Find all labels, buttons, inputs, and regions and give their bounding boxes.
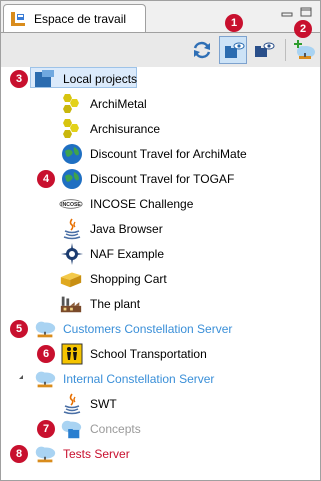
tree-node-label: Internal Constellation Server [63,372,215,386]
callout-badge: 6 [37,345,55,363]
tree-node-internal-server[interactable]: Internal Constellation Server [1,367,320,392]
tree-node-label: The plant [90,297,141,311]
tree-node-discount-travel-togaf[interactable]: 4 Discount Travel for TOGAF [1,167,320,192]
school-bus-icon [61,343,83,365]
hexagon-icon [63,119,79,138]
refresh-icon [193,41,211,59]
show-local-projects-icon [225,42,245,58]
collapse-arrow-icon[interactable] [19,375,23,379]
workspace-icon [11,12,25,26]
tree-node-label: INCOSE Challenge [90,197,194,211]
project-tree: 3 Local projects ArchiMetal Archisurance… [1,67,320,480]
tree-node-label: ArchiMetal [90,97,147,111]
toolbar [1,32,320,67]
tab-workspace[interactable]: Espace de travail [3,4,146,32]
callout-badge: 4 [37,170,55,188]
add-server-icon [294,40,315,59]
tree-node-archimetal[interactable]: ArchiMetal [1,92,320,117]
minimize-icon[interactable] [281,7,293,17]
workspace-panel: Espace de travail 1 2 3 Local projects A… [0,0,321,481]
tree-node-java-browser[interactable]: Java Browser [1,217,320,242]
cloud-folder-icon [61,420,82,439]
tree-node-label: Customers Constellation Server [63,322,233,336]
show-server-projects-button[interactable] [250,36,278,64]
tree-node-label: Discount Travel for TOGAF [90,172,235,186]
shopping-cart-icon [60,272,82,288]
globe-icon [62,169,82,189]
tree-node-the-plant[interactable]: The plant [1,292,320,317]
tree-node-shopping-cart[interactable]: Shopping Cart [1,267,320,292]
naf-star-icon [61,243,83,265]
refresh-button[interactable] [188,36,216,64]
java-icon [63,393,81,415]
tab-label: Espace de travail [34,12,127,26]
callout-badge: 7 [37,420,55,438]
tree-node-school-transportation[interactable]: 6 School Transportation [1,342,320,367]
show-server-projects-icon [255,42,275,57]
local-projects-icon [35,70,54,87]
tree-node-label: Tests Server [63,447,130,461]
hexagon-icon [63,94,79,113]
tab-strip: Espace de travail [1,1,320,32]
tree-node-swt[interactable]: SWT [1,392,320,417]
tree-node-label: Shopping Cart [90,272,167,286]
maximize-icon[interactable] [300,7,312,17]
callout-badge: 3 [10,70,28,88]
callout-badge: 5 [10,320,28,338]
tree-node-tests-server[interactable]: 8 Tests Server [1,442,320,467]
server-cloud-icon [35,446,56,463]
callout-badge: 8 [10,445,28,463]
tree-node-discount-travel-archimate[interactable]: Discount Travel for ArchiMate [1,142,320,167]
toolbar-separator [285,39,286,61]
tree-node-label: Local projects [63,72,138,86]
tree-node-incose-challenge[interactable]: INCOSE INCOSE Challenge [1,192,320,217]
tree-node-label: SWT [90,397,117,411]
tree-node-label: NAF Example [90,247,165,261]
tree-node-naf-example[interactable]: NAF Example [1,242,320,267]
tree-node-label: Concepts [90,422,141,436]
callout-badge: 1 [225,14,243,32]
add-server-button[interactable] [290,36,318,64]
tree-node-label: Archisurance [90,122,161,136]
java-icon [63,218,81,240]
tree-node-label: Java Browser [90,222,163,236]
tree-node-archisurance[interactable]: Archisurance [1,117,320,142]
incose-logo: INCOSE [59,199,83,209]
server-cloud-icon [35,371,56,388]
factory-icon [60,296,82,313]
svg-text:INCOSE: INCOSE [61,202,81,208]
show-local-projects-button[interactable] [219,36,247,64]
server-cloud-icon [35,321,56,338]
callout-badge: 2 [294,20,312,38]
tree-node-customers-server[interactable]: 5 Customers Constellation Server [1,317,320,342]
globe-icon [62,144,82,164]
tree-node-concepts[interactable]: 7 Concepts [1,417,320,442]
tree-node-label: Discount Travel for ArchiMate [90,147,247,161]
tree-node-local-projects[interactable]: 3 Local projects [1,67,320,92]
tree-node-label: School Transportation [90,347,207,361]
